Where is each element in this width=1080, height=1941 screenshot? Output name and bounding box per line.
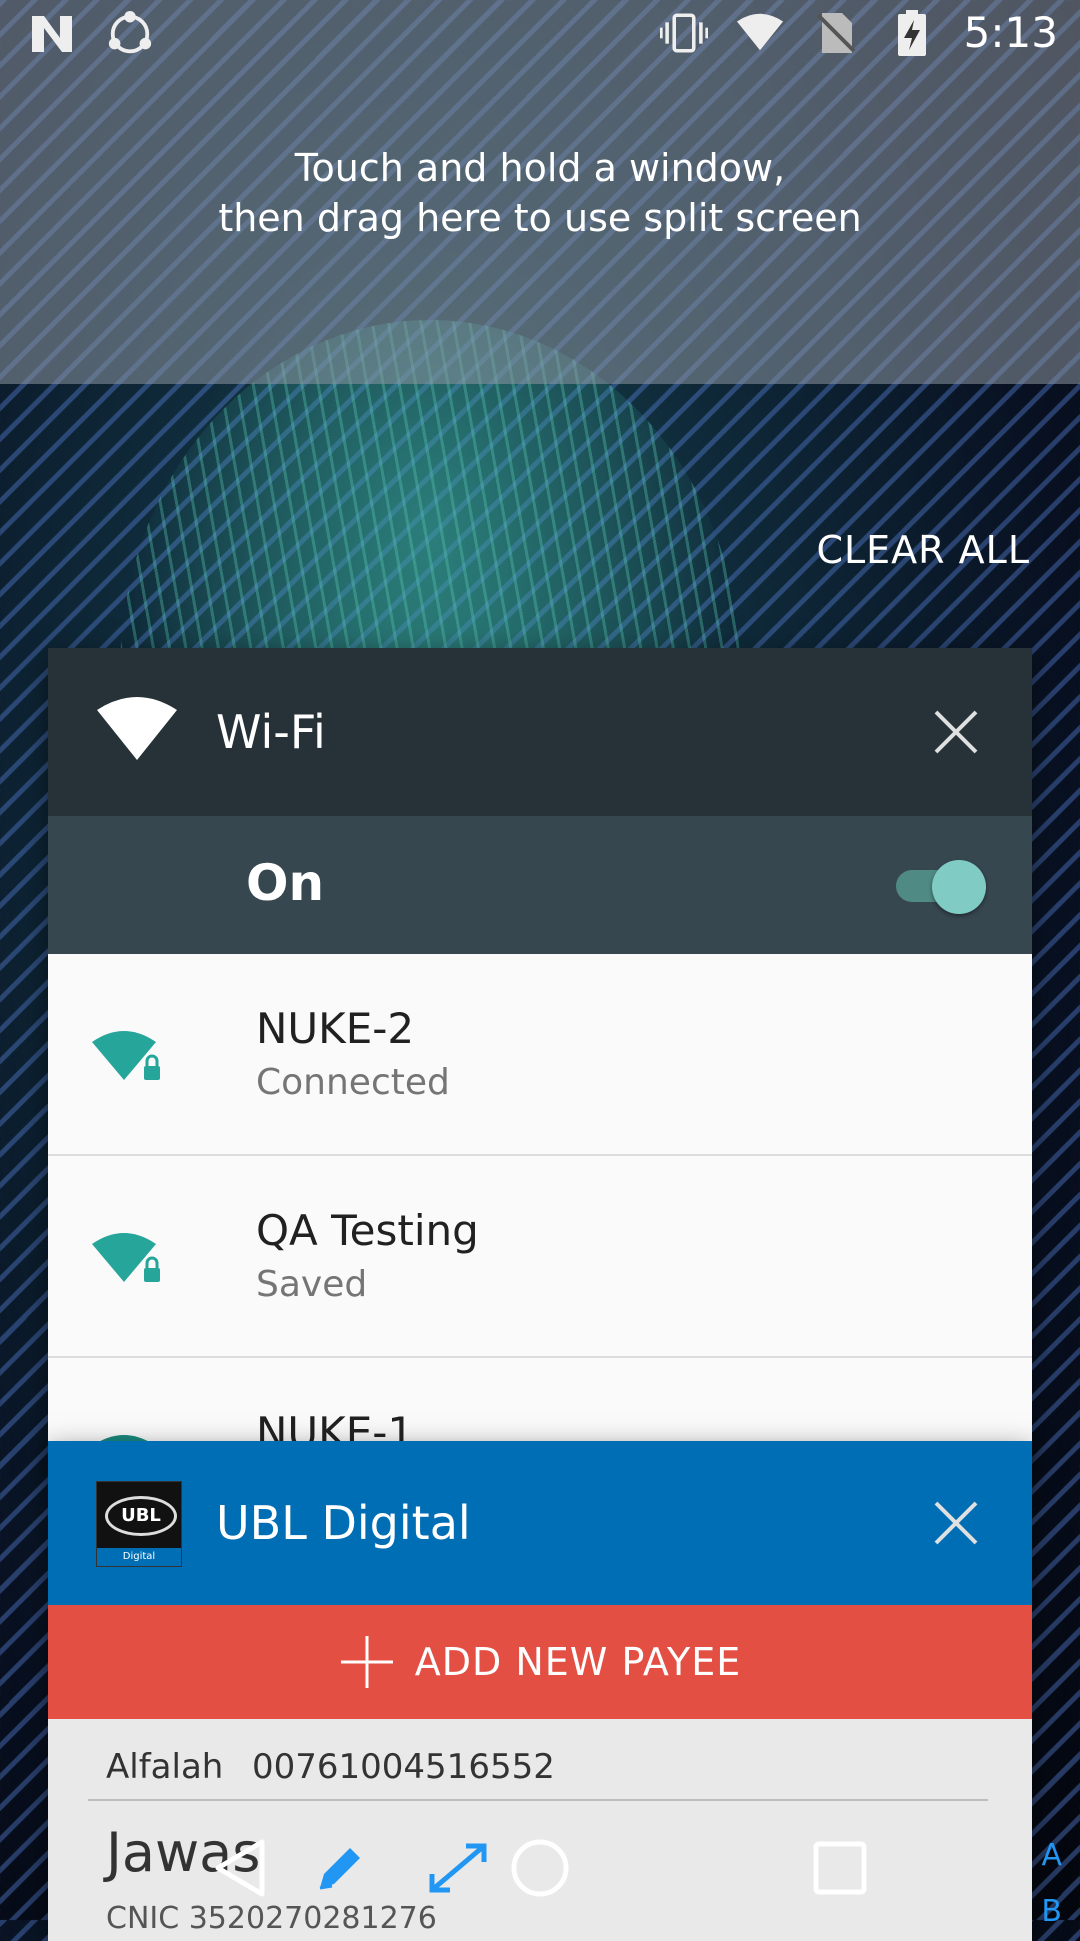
clock: 5:13: [963, 8, 1058, 57]
payee-bank: Alfalah: [106, 1747, 224, 1787]
recents-icon[interactable]: [800, 1828, 880, 1908]
wifi-locked-icon: [90, 1226, 180, 1296]
clear-all-button[interactable]: CLEAR ALL: [816, 528, 1030, 572]
ubl-card-title: UBL Digital: [216, 1496, 471, 1550]
n-app-icon: [28, 10, 76, 58]
wifi-locked-icon: [90, 1024, 180, 1094]
no-sim-icon: [812, 9, 860, 57]
wifi-card-title: Wi-Fi: [216, 705, 326, 759]
network-row[interactable]: NUKE-2 Connected: [48, 954, 1032, 1156]
wifi-app-icon: [96, 696, 178, 766]
wifi-toggle-bar[interactable]: On: [48, 816, 1032, 954]
wifi-recent-card[interactable]: Wi-Fi On NUKE-2 Connected QA Testing Sav…: [48, 648, 1032, 1468]
plus-icon: [340, 1636, 393, 1688]
edit-icon[interactable]: [300, 1828, 380, 1908]
network-name: NUKE-2: [256, 1004, 415, 1053]
wifi-toggle-switch[interactable]: [896, 860, 986, 914]
vibrate-icon: [659, 9, 708, 57]
add-new-payee-label: ADD NEW PAYEE: [414, 1640, 742, 1684]
ubl-card-header[interactable]: UBL Digital UBL Digital: [48, 1441, 1032, 1605]
navigation-bar: A B: [0, 1808, 1080, 1929]
share-app-icon: [106, 10, 154, 58]
wifi-card-header[interactable]: Wi-Fi: [48, 648, 1032, 816]
network-status: Connected: [256, 1062, 450, 1103]
close-icon[interactable]: [928, 1495, 984, 1551]
network-status: Saved: [256, 1264, 368, 1305]
split-hint-line1: Touch and hold a window,: [294, 146, 786, 190]
status-bar: 5:13: [0, 0, 1080, 75]
network-name: QA Testing: [256, 1206, 479, 1255]
wifi-toggle-label: On: [246, 854, 325, 912]
divider: [88, 1799, 988, 1801]
expand-icon[interactable]: [418, 1828, 498, 1908]
add-new-payee-button[interactable]: ADD NEW PAYEE: [48, 1605, 1032, 1719]
wifi-icon: [736, 9, 784, 57]
back-icon[interactable]: [202, 1828, 282, 1908]
split-screen-hint: Touch and hold a window, then drag here …: [0, 143, 1080, 243]
alpha-index-b[interactable]: B: [1041, 1894, 1062, 1929]
network-row[interactable]: QA Testing Saved: [48, 1156, 1032, 1358]
payee-account: 00761004516552: [252, 1747, 555, 1787]
split-hint-line2: then drag here to use split screen: [218, 196, 862, 240]
home-icon[interactable]: [500, 1828, 580, 1908]
payee-row[interactable]: Alfalah 00761004516552: [48, 1719, 1032, 1799]
battery-charging-icon: [888, 9, 936, 57]
toggle-thumb: [932, 860, 986, 914]
close-icon[interactable]: [928, 704, 984, 760]
alpha-index-a[interactable]: A: [1041, 1838, 1062, 1873]
ubl-app-logo: UBL Digital: [96, 1481, 182, 1567]
